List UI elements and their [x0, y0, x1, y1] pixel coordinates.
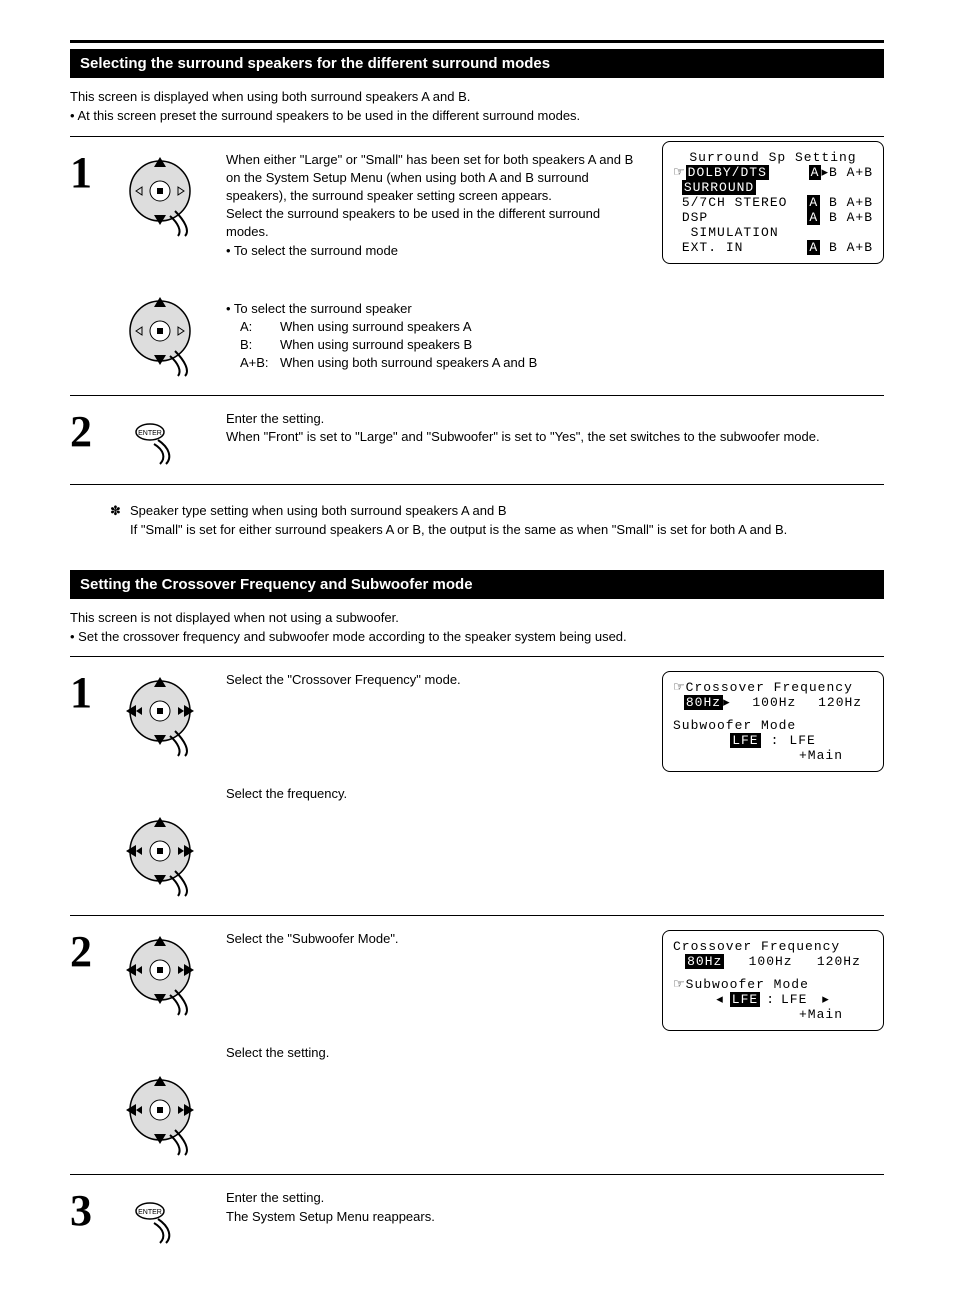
dpad-updown-icon [120, 151, 210, 241]
s2-step3: 3 Enter the setting. The System Setup Me… [70, 1179, 884, 1259]
osd-opt: LFE [789, 733, 815, 748]
step-number: 1 [70, 671, 120, 715]
osd-sel: LFE [730, 992, 760, 1007]
osd-sel: LFE [730, 733, 760, 748]
option-text: When using surround speakers A [280, 318, 472, 336]
dpad-all-icon [120, 671, 210, 761]
intro-line: This screen is displayed when using both… [70, 88, 884, 107]
option-text: When using both surround speakers A and … [280, 354, 537, 372]
option-text: When using surround speakers B [280, 336, 472, 354]
step-text: Select the setting. [226, 1044, 642, 1062]
option-label: A: [240, 318, 280, 336]
section2-intro: This screen is not displayed when not us… [70, 609, 884, 647]
osd-title: Crossover Frequency [673, 939, 873, 954]
step-number: 2 [70, 930, 120, 974]
option-label: B: [240, 336, 280, 354]
step-number: 3 [70, 1189, 120, 1233]
osd-opt: 100Hz [752, 695, 796, 710]
osd-opts: B A+B [829, 210, 873, 225]
intro-line: • At this screen preset the surround spe… [70, 107, 884, 126]
s2-step1: 1 Select the "Crossover Frequency" mode.… [70, 661, 642, 911]
step-text: Select the "Subwoofer Mode". [226, 930, 642, 948]
osd-opts: B A+B [829, 240, 873, 255]
note-line: Speaker type setting when using both sur… [130, 501, 787, 521]
step-bullet: • To select the surround mode [226, 242, 642, 260]
osd-sel: 80Hz [684, 695, 723, 710]
step-text: Select the frequency. [226, 785, 642, 803]
enter-button-icon [120, 1189, 190, 1249]
osd-title: ☞Crossover Frequency [673, 680, 873, 695]
osd-row: SURROUND [682, 180, 756, 195]
step-text: When either "Large" or "Small" has been … [226, 151, 642, 206]
section-header-surround: Selecting the surround speakers for the … [70, 49, 884, 78]
dpad-all-icon [120, 1070, 210, 1160]
note: ✽ Speaker type setting when using both s… [110, 501, 884, 540]
section-header-crossover: Setting the Crossover Frequency and Subw… [70, 570, 884, 599]
step-text: Select the surround speakers to be used … [226, 205, 642, 241]
dpad-all-icon [120, 811, 210, 901]
osd-opts: B A+B [829, 165, 873, 180]
osd-crossover-1: ☞Crossover Frequency 80Hz▸ 100Hz 120Hz S… [662, 671, 884, 772]
osd-opt: 120Hz [817, 954, 861, 969]
osd-opt: 120Hz [818, 695, 862, 710]
osd-crossover-2: Crossover Frequency 80Hz 100Hz 120Hz ☞Su… [662, 930, 884, 1031]
dpad-updown-icon [120, 291, 210, 381]
osd-opt: LFE [781, 992, 807, 1007]
osd-sel: A [807, 240, 820, 255]
osd-opts: B A+B [829, 195, 873, 210]
step-text: The System Setup Menu reappears. [226, 1208, 884, 1226]
step-bullet: • To select the surround speaker [226, 300, 642, 318]
section1-intro: This screen is displayed when using both… [70, 88, 884, 126]
osd-row: DOLBY/DTS [686, 165, 769, 180]
osd-row: SIMULATION [691, 225, 779, 240]
step2: 2 Enter the setting. When "Front" is set… [70, 400, 884, 480]
s2-step2: 2 Select the "Subwoofer Mode". Select th… [70, 920, 642, 1170]
step-text: Select the "Crossover Frequency" mode. [226, 671, 642, 689]
osd-title: ☞Subwoofer Mode [673, 977, 873, 992]
osd-row: EXT. IN [682, 240, 744, 255]
option-label: A+B: [240, 354, 280, 372]
intro-line: • Set the crossover frequency and subwoo… [70, 628, 884, 647]
osd-row: DSP [682, 210, 708, 225]
osd-sel: A [807, 195, 820, 210]
osd-opt: +Main [799, 748, 843, 763]
osd-sel: A [809, 165, 822, 180]
step1: 1 When either "Large" or "Small" has bee… [70, 141, 642, 391]
osd-title: Subwoofer Mode [673, 718, 873, 733]
step-number: 2 [70, 410, 120, 454]
osd-title: Surround Sp Setting [673, 150, 873, 165]
osd-sel: A [807, 210, 820, 225]
intro-line: This screen is not displayed when not us… [70, 609, 884, 628]
note-line: If "Small" is set for either surround sp… [130, 520, 787, 540]
step-number: 1 [70, 151, 120, 195]
osd-sel: 80Hz [685, 954, 724, 969]
step-text: Enter the setting. [226, 410, 884, 428]
enter-button-icon [120, 410, 190, 470]
dpad-all-icon [120, 930, 210, 1020]
osd-row: 5/7CH STEREO [682, 195, 788, 210]
osd-opt: +Main [799, 1007, 843, 1022]
osd-surround-setting: Surround Sp Setting ☞DOLBY/DTS A▸B A+B S… [662, 141, 884, 264]
note-symbol: ✽ [110, 501, 130, 540]
osd-opt: 100Hz [749, 954, 793, 969]
step-text: When "Front" is set to "Large" and "Subw… [226, 428, 884, 446]
step-text: Enter the setting. [226, 1189, 884, 1207]
